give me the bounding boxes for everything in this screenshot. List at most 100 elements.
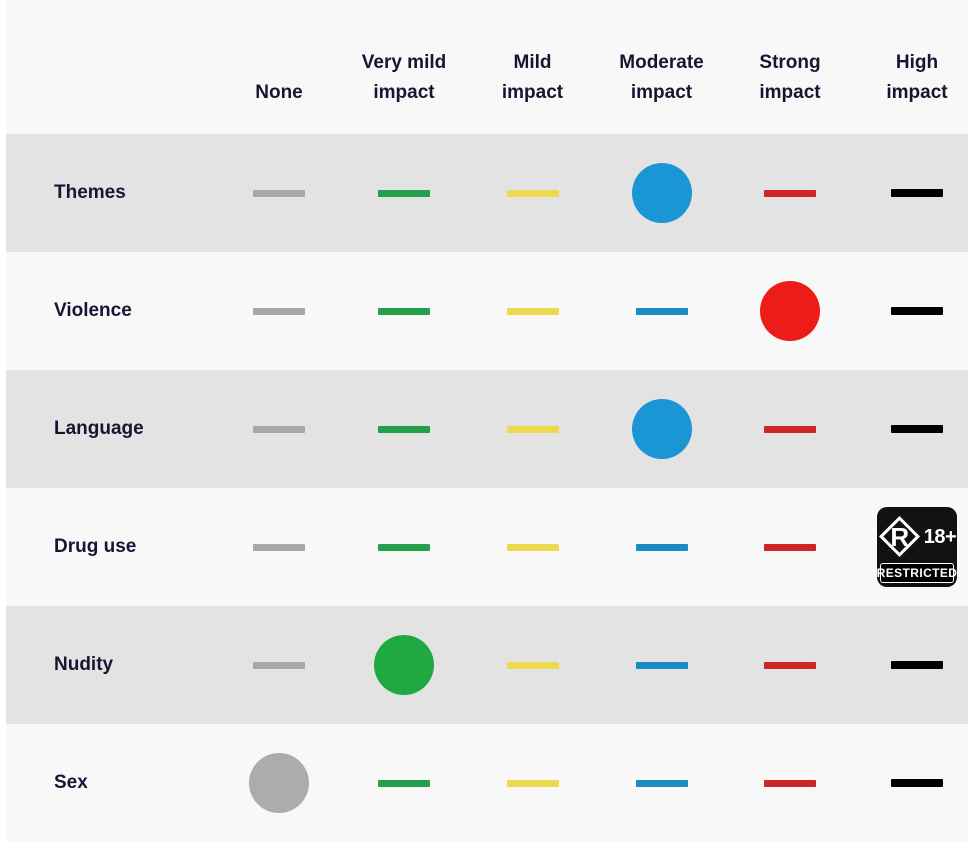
impact-cell-language-mild[interactable]	[468, 370, 597, 488]
impact-cell-violence-strong[interactable]	[726, 252, 854, 370]
impact-cell-sex-moderate[interactable]	[597, 724, 726, 842]
impact-cell-sex-strong[interactable]	[726, 724, 854, 842]
impact-cell-nudity-moderate[interactable]	[597, 606, 726, 724]
impact-dash	[764, 661, 816, 669]
impact-dash	[378, 779, 430, 787]
impact-dash	[253, 661, 305, 669]
selected-impact-dot	[374, 635, 434, 695]
impact-dash	[253, 543, 305, 551]
impact-cell-violence-mild[interactable]	[468, 252, 597, 370]
impact-cell-language-high[interactable]	[854, 370, 974, 488]
impact-cell-language-verymild[interactable]	[340, 370, 468, 488]
badge-rating-letter: R	[890, 522, 910, 552]
impact-cell-themes-moderate[interactable]	[597, 134, 726, 252]
row-label: Nudity	[54, 654, 114, 675]
header-label-line1: Very mild	[361, 52, 447, 74]
header-cell-mild-impact: Mild impact	[468, 48, 597, 134]
impact-cell-drug-use-none[interactable]	[218, 488, 340, 606]
row-header-themes: Themes	[6, 134, 218, 252]
impact-cell-drug-use-mild[interactable]	[468, 488, 597, 606]
header-label-line2: impact	[373, 81, 435, 103]
impact-cell-drug-use-verymild[interactable]	[340, 488, 468, 606]
impact-cell-themes-strong[interactable]	[726, 134, 854, 252]
impact-dash	[764, 543, 816, 551]
row-label: Sex	[54, 772, 88, 793]
header-cell-high-impact: High impact	[854, 48, 974, 134]
impact-dash	[506, 661, 559, 669]
impact-dash	[506, 543, 559, 551]
table-row: Language	[6, 370, 968, 488]
row-header-drug-use: Drug use	[6, 488, 218, 606]
impact-cell-themes-mild[interactable]	[468, 134, 597, 252]
impact-dash	[253, 307, 305, 315]
header-label-line2: impact	[886, 81, 948, 103]
header-cell-very-mild-impact: Very mild impact	[340, 48, 468, 134]
table-body: Themes Violence Language Drug use R 18+ RESTRI…	[6, 134, 968, 853]
impact-cell-drug-use-strong[interactable]	[726, 488, 854, 606]
impact-cell-sex-high[interactable]	[854, 724, 974, 842]
impact-cell-drug-use-moderate[interactable]	[597, 488, 726, 606]
impact-cell-violence-moderate[interactable]	[597, 252, 726, 370]
impact-cell-drug-use-high[interactable]: R 18+ RESTRICTED	[854, 488, 974, 606]
impact-cell-violence-verymild[interactable]	[340, 252, 468, 370]
impact-cell-sex-verymild[interactable]	[340, 724, 468, 842]
header-label-line1: None	[255, 81, 303, 103]
diamond-outline-icon: R	[878, 515, 922, 559]
impact-cell-violence-none[interactable]	[218, 252, 340, 370]
row-label: Drug use	[54, 536, 137, 557]
impact-dash	[506, 779, 559, 787]
badge-age-label: 18+	[923, 526, 957, 548]
table-row: Violence	[6, 252, 968, 370]
impact-cell-language-strong[interactable]	[726, 370, 854, 488]
header-label-line1: Mild	[513, 52, 552, 74]
header-label-line1: High	[895, 52, 939, 74]
impact-dash	[891, 425, 943, 433]
header-label-line1: Strong	[759, 52, 821, 74]
impact-cell-nudity-high[interactable]	[854, 606, 974, 724]
impact-dash	[506, 189, 559, 197]
header-label-line2: impact	[759, 81, 821, 103]
impact-dash	[635, 779, 688, 787]
selected-impact-dot	[760, 281, 820, 341]
header-label-line2: impact	[501, 81, 564, 103]
impact-cell-sex-mild[interactable]	[468, 724, 597, 842]
table-row: Themes	[6, 134, 968, 252]
impact-cell-nudity-mild[interactable]	[468, 606, 597, 724]
impact-cell-nudity-none[interactable]	[218, 606, 340, 724]
header-label-line2: impact	[630, 81, 693, 103]
impact-dash	[891, 779, 943, 787]
selected-impact-dot	[631, 399, 692, 459]
row-header-sex: Sex	[6, 724, 218, 842]
impact-dash	[891, 189, 943, 197]
row-header-nudity: Nudity	[6, 606, 218, 724]
impact-dash	[891, 307, 943, 315]
selected-impact-dot	[631, 163, 692, 223]
impact-cell-language-none[interactable]	[218, 370, 340, 488]
table-row: Sex	[6, 724, 968, 842]
header-cell-label	[6, 107, 218, 134]
row-header-violence: Violence	[6, 252, 218, 370]
impact-cell-themes-high[interactable]	[854, 134, 974, 252]
impact-dash	[635, 543, 688, 551]
impact-cell-language-moderate[interactable]	[597, 370, 726, 488]
impact-dash	[764, 425, 816, 433]
impact-dash	[253, 189, 305, 197]
table-header-row: None Very mild impact Mild impact Modera…	[6, 0, 968, 134]
impact-cell-violence-high[interactable]	[854, 252, 974, 370]
impact-dash	[253, 425, 305, 433]
impact-cell-sex-none[interactable]	[218, 724, 340, 842]
impact-dash	[764, 189, 816, 197]
impact-dash	[506, 425, 559, 433]
header-label-line1: Moderate	[619, 52, 704, 74]
header-cell-none: None	[218, 78, 340, 134]
impact-dash	[635, 307, 688, 315]
badge-banner: RESTRICTED	[877, 563, 957, 583]
impact-dash	[635, 661, 688, 669]
impact-cell-themes-none[interactable]	[218, 134, 340, 252]
impact-cell-nudity-strong[interactable]	[726, 606, 854, 724]
impact-cell-nudity-verymild[interactable]	[340, 606, 468, 724]
impact-dash	[891, 661, 943, 669]
impact-dash	[378, 425, 430, 433]
impact-cell-themes-verymild[interactable]	[340, 134, 468, 252]
impact-dash	[764, 779, 816, 787]
